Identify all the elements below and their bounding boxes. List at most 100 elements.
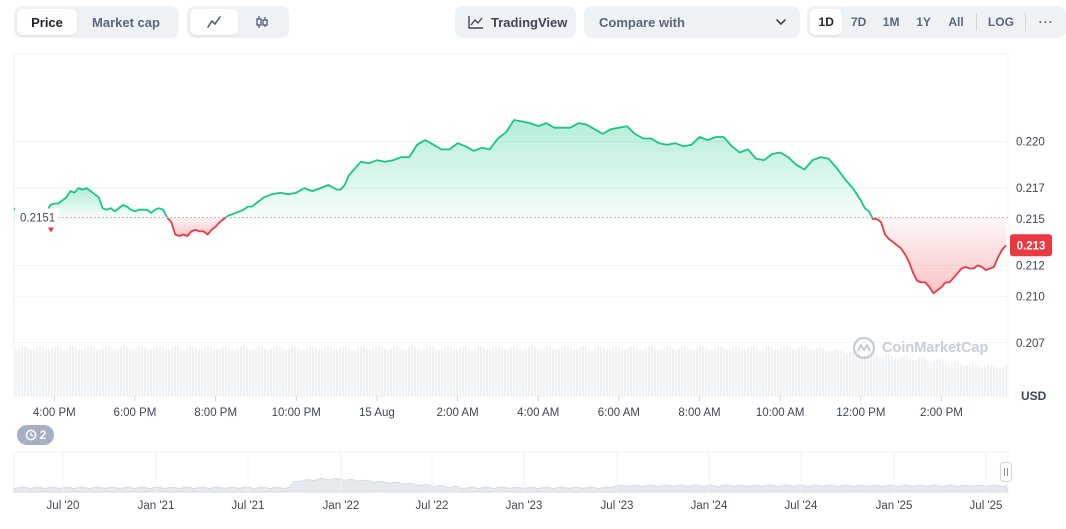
navigator-drag-handle[interactable] (1000, 462, 1012, 482)
range-1d-button[interactable]: 1D (810, 9, 843, 35)
volume-bar (648, 346, 650, 396)
volume-bar (621, 348, 623, 396)
navigator-x-tick-label: Jul '23 (601, 500, 634, 512)
volume-bar (687, 347, 689, 396)
volume-bar (834, 349, 836, 396)
volume-bar (816, 348, 818, 396)
volume-bar (1005, 365, 1007, 396)
chart-type-toggle (187, 6, 289, 38)
volume-bar (285, 349, 287, 396)
volume-bar (987, 364, 989, 396)
volume-bar (219, 349, 221, 396)
compare-with-select[interactable]: Compare with (584, 6, 800, 38)
volume-bar (117, 349, 119, 396)
volume-bar (765, 347, 767, 396)
volume-bar (669, 346, 671, 396)
volume-bar (84, 348, 86, 396)
volume-bar (279, 347, 281, 396)
volume-bar (510, 347, 512, 396)
range-all-button[interactable]: All (940, 9, 972, 35)
y-tick-label: 0.217 (1016, 183, 1045, 195)
range-navigator[interactable]: Jul '20 Jan '21 Jul '21 Jan '22 Jul '22 Jan '… (0, 446, 1066, 529)
volume-bar (780, 348, 782, 396)
log-scale-button[interactable]: LOG (981, 9, 1020, 35)
volume-bar (180, 349, 182, 396)
volume-bar (405, 349, 407, 396)
navigator-area (13, 451, 1009, 493)
volume-bar (681, 346, 683, 396)
volume-bar (783, 346, 785, 396)
range-7d-button[interactable]: 7D (842, 9, 874, 35)
chart-toolbar: Price Market cap TradingView Compare wit… (0, 0, 1066, 44)
volume-bar (183, 349, 185, 396)
volume-bar (696, 348, 698, 396)
volume-bar (468, 348, 470, 396)
volume-bar (57, 346, 59, 396)
tab-price[interactable]: Price (17, 9, 77, 35)
chart-mode-toggle: Price Market cap (14, 6, 179, 38)
compare-with-label: Compare with (599, 14, 685, 30)
volume-bar (981, 367, 983, 396)
volume-bar (303, 349, 305, 396)
y-tick-label: 0.220 (1016, 137, 1045, 149)
volume-bar (168, 349, 170, 396)
volume-bar (444, 346, 446, 396)
volume-bar (282, 349, 284, 396)
volume-bar (957, 361, 959, 396)
volume-bar (729, 348, 731, 396)
volume-bar (360, 346, 362, 396)
volume-bar (306, 347, 308, 396)
volume-bar (615, 346, 617, 396)
range-1m-button[interactable]: 1M (875, 9, 907, 35)
price-chart[interactable]: 0.220 0.217 0.215 0.212 0.210 0.207 4:00 PM 6:… (0, 44, 1066, 424)
volume-bar (738, 347, 740, 396)
volume-bar (774, 348, 776, 396)
volume-bar (270, 349, 272, 396)
volume-bar (390, 348, 392, 396)
chevron-down-icon (776, 19, 786, 25)
volume-bar (840, 350, 842, 396)
x-tick-label: 4:00 PM (33, 407, 76, 419)
volume-bar (66, 349, 68, 396)
volume-bar (966, 365, 968, 396)
volume-bar (642, 349, 644, 396)
volume-bar (381, 347, 383, 396)
volume-bar (771, 346, 773, 396)
volume-bar (612, 347, 614, 396)
more-options-button[interactable]: ··· (1030, 9, 1063, 35)
volume-bar (105, 346, 107, 396)
line-chart-button[interactable] (190, 9, 238, 35)
volume-bar (555, 349, 557, 396)
tradingview-button[interactable]: TradingView (455, 6, 576, 38)
range-1y-button[interactable]: 1Y (907, 9, 939, 35)
volume-bar (528, 346, 530, 396)
volume-bar (408, 347, 410, 396)
volume-bar (441, 348, 443, 396)
area-above-baseline (43, 188, 168, 218)
volume-bar (438, 349, 440, 396)
volume-bar (678, 348, 680, 396)
volume-bar (237, 348, 239, 396)
volume-bar (48, 349, 50, 396)
volume-bar (318, 349, 320, 396)
volume-bar (933, 361, 935, 396)
volume-bar (609, 349, 611, 396)
volume-bar (885, 354, 887, 396)
area-above-baseline (225, 120, 873, 218)
volume-bar (801, 346, 803, 396)
volume-bar (159, 346, 161, 396)
volume-bar (186, 348, 188, 396)
volume-bar (945, 363, 947, 396)
volume-bar (474, 349, 476, 396)
candlestick-icon (256, 16, 268, 28)
volume-bar (573, 349, 575, 396)
volume-bar (492, 348, 494, 396)
volume-bar (585, 347, 587, 396)
volume-bar (600, 346, 602, 396)
volume-bar (174, 346, 176, 396)
history-badge[interactable]: 2 (17, 425, 54, 445)
volume-bar (144, 347, 146, 396)
tab-market-cap[interactable]: Market cap (77, 9, 175, 35)
candlestick-button[interactable] (238, 9, 286, 35)
volume-bar (660, 349, 662, 396)
